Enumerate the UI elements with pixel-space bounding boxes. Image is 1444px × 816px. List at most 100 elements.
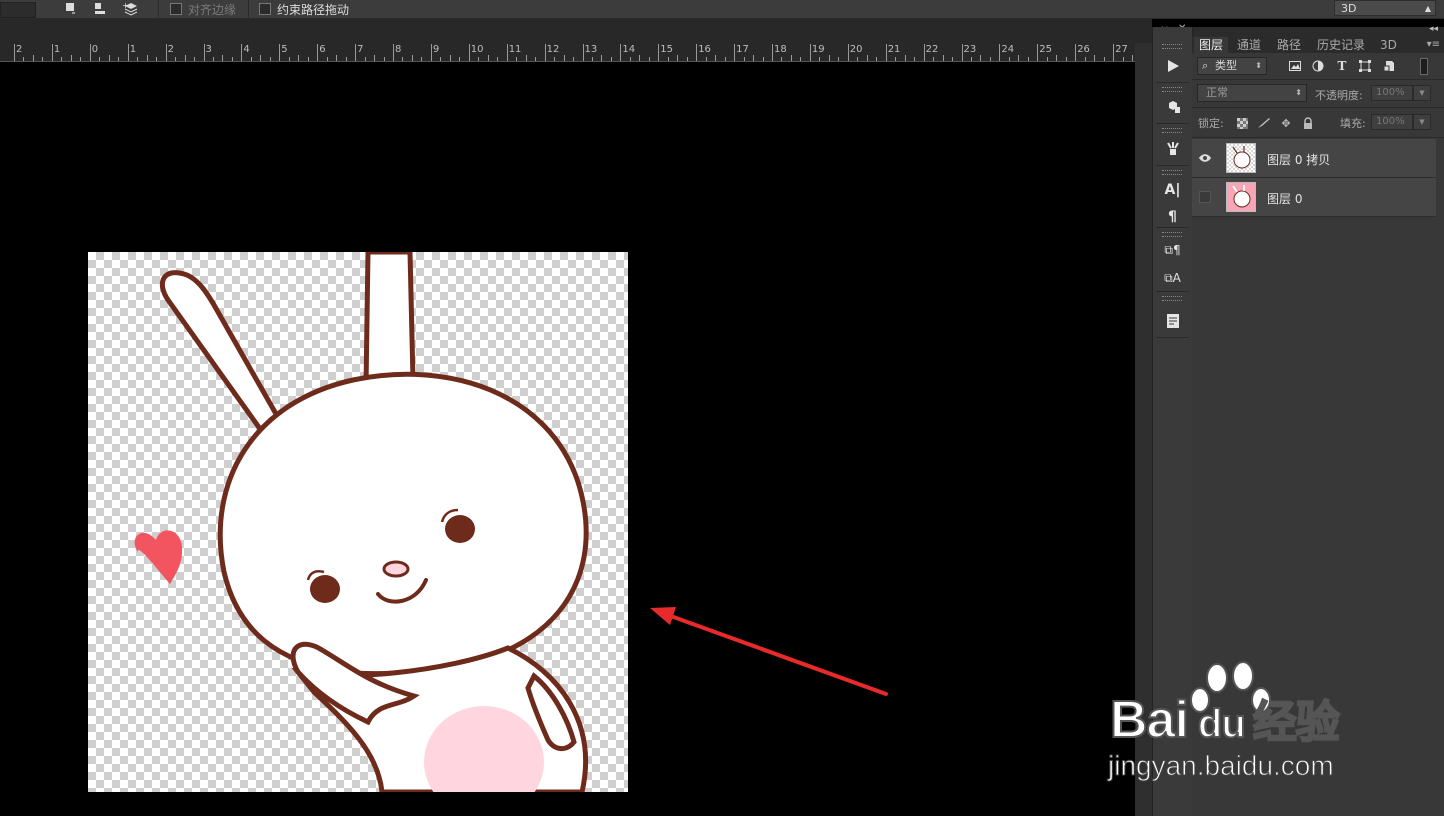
panel-menu-icon[interactable]: ▾≡ bbox=[1427, 37, 1440, 53]
lock-pixels-icon[interactable] bbox=[1257, 116, 1271, 130]
ruler-tick bbox=[165, 44, 167, 61]
ruler-tick bbox=[487, 55, 489, 61]
layer-row[interactable]: 图层 0 拷贝 bbox=[1192, 139, 1436, 178]
lock-transparency-icon[interactable] bbox=[1235, 116, 1249, 130]
visibility-eye-icon[interactable] bbox=[1196, 149, 1214, 167]
ruler-tick bbox=[933, 57, 935, 61]
ruler-tick bbox=[648, 57, 650, 61]
ruler-label: 22 bbox=[925, 44, 939, 55]
3d-properties-icon[interactable] bbox=[1153, 95, 1192, 117]
ruler-tick bbox=[762, 57, 764, 61]
filter-shape-icon[interactable] bbox=[1358, 59, 1372, 73]
filter-pixel-icon[interactable] bbox=[1288, 59, 1302, 73]
options-bar: + 对齐边缘 约束路径拖动 3D ▲ bbox=[0, 0, 1444, 19]
document-image[interactable] bbox=[88, 252, 628, 792]
ruler-tick bbox=[1018, 55, 1020, 61]
ruler-tick bbox=[847, 44, 849, 61]
panel-grip[interactable] bbox=[1162, 87, 1182, 92]
watermark-brand: Bai du 经验 bbox=[1109, 686, 1341, 750]
panel-grip[interactable] bbox=[1162, 296, 1182, 301]
ruler-tick bbox=[260, 55, 262, 61]
ruler-tick bbox=[32, 55, 34, 61]
ruler-tick bbox=[696, 44, 698, 61]
ruler-label: 17 bbox=[736, 44, 749, 55]
notes-panel-icon[interactable] bbox=[1153, 310, 1192, 332]
horizontal-ruler: 2 1 0 1 2 3 4 5 6 7 8 9 10 11 12 13 14 15 16 17 18 19 20 21 22 23… bbox=[0, 43, 1135, 62]
ruler-tick bbox=[288, 57, 290, 61]
lock-position-icon[interactable]: ✥ bbox=[1279, 116, 1293, 130]
ruler-label: 27 bbox=[1115, 44, 1128, 55]
ruler-label: 0 bbox=[91, 44, 99, 55]
tool-preset-picker[interactable] bbox=[0, 2, 36, 18]
watermark-url: jingyan.baidu.com bbox=[1108, 750, 1335, 782]
ruler-tick bbox=[563, 55, 565, 61]
ruler-tick bbox=[573, 57, 575, 61]
filter-adjustment-icon[interactable] bbox=[1311, 59, 1325, 73]
visibility-toggle[interactable] bbox=[1196, 188, 1214, 206]
ruler-tick bbox=[14, 44, 15, 61]
panel-grip[interactable] bbox=[1162, 128, 1182, 133]
layer-name[interactable]: 图层 0 拷贝 bbox=[1267, 151, 1330, 168]
character-panel-icon[interactable]: A| bbox=[1153, 179, 1192, 201]
opacity-input[interactable]: 100% bbox=[1371, 85, 1413, 101]
ruler-tick bbox=[961, 44, 963, 61]
panel-grip[interactable] bbox=[1162, 232, 1182, 237]
ruler-tick bbox=[866, 55, 868, 61]
blend-mode-value: 正常 bbox=[1206, 86, 1228, 99]
ruler-tick bbox=[582, 44, 584, 61]
opacity-dropdown-icon[interactable]: ▼ bbox=[1413, 85, 1431, 101]
tab-paths[interactable]: 路径 bbox=[1272, 37, 1306, 53]
ruler-label: 15 bbox=[660, 44, 674, 55]
align-edges-checkbox[interactable] bbox=[170, 3, 182, 15]
fill-dropdown-icon[interactable]: ▼ bbox=[1413, 114, 1431, 130]
ruler-tick bbox=[1008, 57, 1010, 61]
separator bbox=[1192, 107, 1444, 108]
constrain-path-checkbox[interactable] bbox=[259, 3, 271, 15]
align-edges-option[interactable]: 对齐边缘 bbox=[170, 0, 236, 18]
character-styles-icon[interactable]: ⧉A bbox=[1153, 267, 1192, 289]
filter-smart-object-icon[interactable] bbox=[1382, 59, 1396, 73]
tab-layers[interactable]: 图层 bbox=[1194, 37, 1229, 53]
layer-thumbnail bbox=[1226, 182, 1256, 212]
tab-channels[interactable]: 通道 bbox=[1232, 37, 1266, 53]
tab-history[interactable]: 历史记录 bbox=[1312, 37, 1370, 53]
ruler-tick bbox=[1037, 44, 1039, 61]
filter-type-icon[interactable]: T bbox=[1335, 59, 1349, 73]
fill-input[interactable]: 100% bbox=[1371, 114, 1413, 130]
ruler-tick bbox=[212, 57, 214, 61]
ruler-tick bbox=[326, 57, 328, 61]
paragraph-styles-icon[interactable]: ⧉¶ bbox=[1153, 239, 1192, 261]
layer-name[interactable]: 图层 0 bbox=[1267, 190, 1302, 207]
lock-all-icon[interactable] bbox=[1301, 116, 1315, 130]
separator bbox=[1192, 79, 1444, 80]
ruler-tick bbox=[506, 44, 508, 61]
ruler-label: 1 bbox=[53, 44, 61, 55]
panel-tabs: 图层 通道 路径 历史记录 3D ▾≡ bbox=[1192, 37, 1444, 53]
panel-grip[interactable] bbox=[1162, 170, 1182, 175]
ruler-tick bbox=[345, 57, 347, 61]
path-alignment-icon[interactable] bbox=[93, 0, 109, 18]
path-operations-icon[interactable] bbox=[64, 0, 78, 18]
brush-presets-icon[interactable] bbox=[1153, 137, 1192, 159]
actions-play-icon[interactable] bbox=[1153, 55, 1192, 77]
ruler-tick bbox=[175, 57, 177, 61]
tab-3d[interactable]: 3D bbox=[1375, 37, 1402, 53]
ruler-tick bbox=[838, 57, 840, 61]
constrain-path-option[interactable]: 约束路径拖动 bbox=[259, 0, 349, 18]
panel-grip[interactable] bbox=[1162, 44, 1182, 49]
expand-panels-icon[interactable]: ◂◂ bbox=[1429, 24, 1438, 34]
ruler-tick bbox=[61, 57, 63, 61]
paragraph-panel-icon[interactable]: ¶ bbox=[1153, 206, 1192, 228]
ruler-tick bbox=[298, 55, 300, 61]
ruler-tick bbox=[355, 44, 357, 61]
path-arrangement-icon[interactable]: + bbox=[122, 0, 142, 18]
layer-filter-select[interactable]: ⌕ 类型 ⬍ bbox=[1197, 57, 1267, 75]
blend-mode-select[interactable]: 正常 ⬍ bbox=[1197, 84, 1307, 102]
ruler-tick bbox=[525, 55, 527, 61]
layer-row[interactable]: 图层 0 bbox=[1192, 178, 1436, 217]
ruler-tick bbox=[307, 57, 309, 61]
ruler-tick bbox=[374, 55, 376, 61]
workspace-select[interactable]: 3D ▲ bbox=[1334, 0, 1436, 16]
separator bbox=[158, 0, 159, 18]
filter-toggle-switch[interactable] bbox=[1420, 58, 1428, 75]
